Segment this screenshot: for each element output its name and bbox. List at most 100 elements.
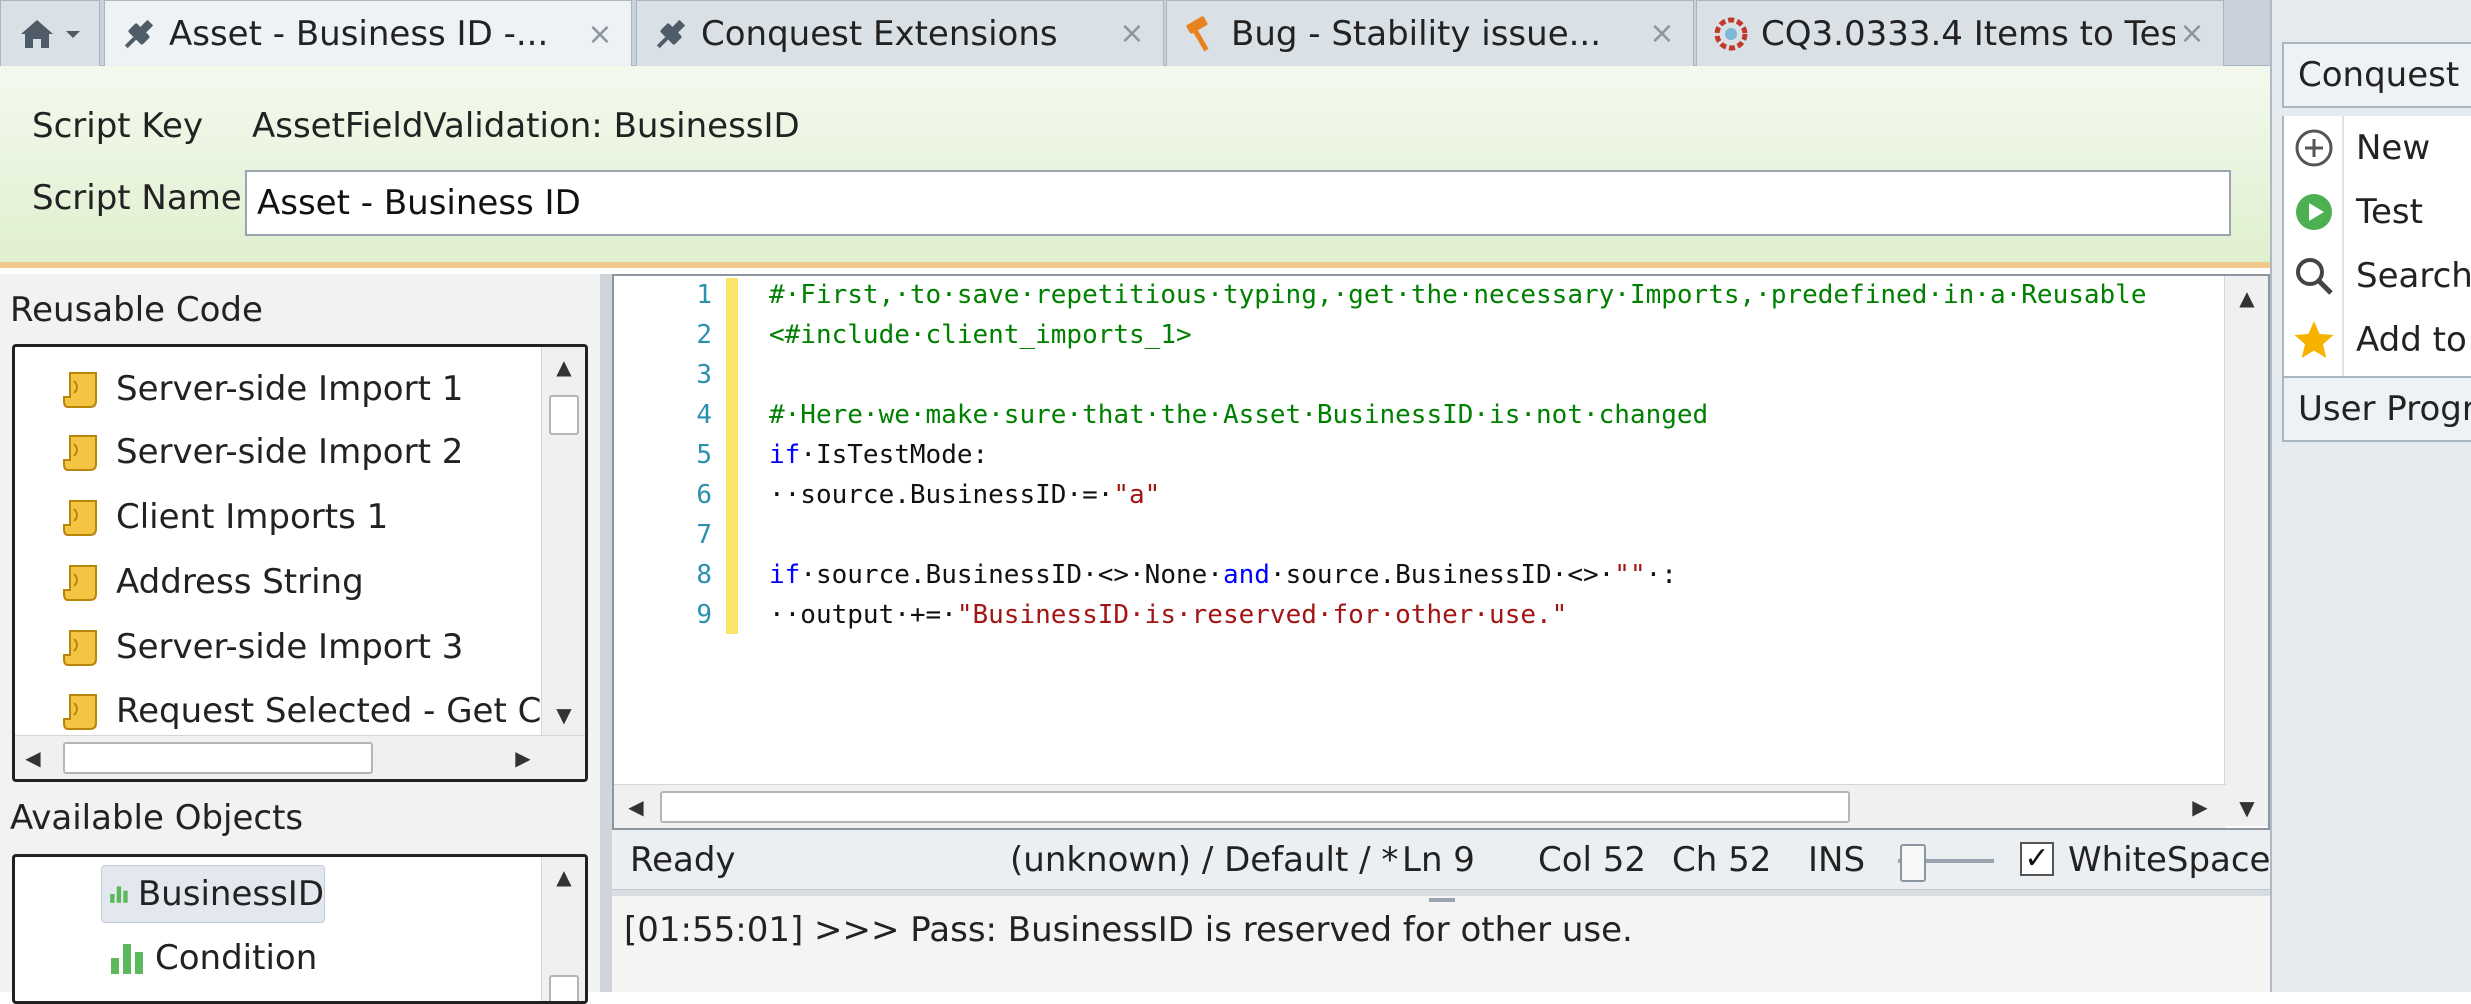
line-number: 2 xyxy=(696,320,712,350)
code-line-8: if·source.BusinessID·<>·None·and·source.… xyxy=(769,560,1677,590)
scroll-down-icon[interactable]: ▼ xyxy=(542,697,585,733)
list-item-label: Server-side Import 2 xyxy=(116,432,464,472)
script-name-input[interactable]: Asset - Business ID xyxy=(245,170,2231,236)
zoom-slider-thumb[interactable] xyxy=(1900,844,1926,882)
scrollbar-thumb[interactable] xyxy=(63,742,373,774)
code-comment: #·Here·we·make·sure·that·the·Asset·Busin… xyxy=(769,400,1709,430)
close-icon[interactable]: × xyxy=(1645,16,1679,51)
reusable-code-list[interactable]: Server-side Import 1 Server-side Import … xyxy=(12,344,588,782)
available-objects-vertical-scrollbar[interactable]: ▲ xyxy=(541,857,585,1001)
code-editor[interactable]: 1 2 3 4 5 6 7 8 9 #·First,·to·save·repet… xyxy=(612,274,2270,830)
available-objects-title: Available Objects xyxy=(10,798,304,838)
search-button[interactable]: Search xyxy=(2284,244,2471,308)
tab-conquest-extensions[interactable]: Conquest Extensions × xyxy=(636,0,1164,66)
code-text: ·: xyxy=(1645,560,1677,590)
left-panel: Reusable Code Server-side Import 1 Serve… xyxy=(0,274,600,1004)
action-label: Search xyxy=(2356,256,2471,296)
new-button[interactable]: New xyxy=(2284,116,2471,180)
code-line-1: #·First,·to·save·repetitious·typing,·get… xyxy=(769,280,2147,310)
close-icon[interactable]: × xyxy=(2175,16,2209,51)
code-directive: <#include·client_imports_1> xyxy=(769,320,1192,350)
line-number: 7 xyxy=(696,520,712,550)
list-item[interactable]: Server-side Import 3 xyxy=(60,617,463,677)
status-insert-mode: INS xyxy=(1808,840,1866,880)
whitespace-checkbox[interactable]: ✓ xyxy=(2020,842,2054,876)
code-string: "BusinessID·is·reserved·for·other·use." xyxy=(956,600,1568,630)
list-item-label: Request Selected - Get Cust xyxy=(116,691,588,731)
list-item[interactable]: Condition xyxy=(107,929,317,987)
status-language: (unknown) / Default / * xyxy=(1010,840,1399,880)
actions-list: New Test Search Add to xyxy=(2282,116,2471,376)
code-keyword: and xyxy=(1222,560,1270,590)
script-header: Script Key AssetFieldValidation: Busines… xyxy=(0,66,2270,268)
editor-horizontal-scrollbar[interactable]: ◀ ▶ xyxy=(614,784,2226,828)
line-number-gutter: 1 2 3 4 5 6 7 8 9 xyxy=(614,276,726,826)
field-icon xyxy=(111,944,143,974)
code-line-4: #·Here·we·make·sure·that·the·Asset·Busin… xyxy=(769,400,1708,430)
list-item-label: Condition xyxy=(155,938,318,978)
tab-cq3-items-to-test[interactable]: CQ3.0333.4 Items to Test × xyxy=(1696,0,2224,66)
close-icon[interactable]: × xyxy=(583,17,617,52)
status-column: Col 52 xyxy=(1538,840,1647,880)
scroll-right-icon[interactable]: ▶ xyxy=(505,740,541,776)
code-line-6: ··source.BusinessID·=·"a" xyxy=(769,480,1160,510)
list-item-label: BusinessID xyxy=(137,874,324,914)
home-menu-tab[interactable] xyxy=(0,0,100,66)
action-label: New xyxy=(2356,128,2431,168)
scrollbar-thumb[interactable] xyxy=(549,395,579,435)
right-side-panel: Conquest Ex New Test Search Add to User … xyxy=(2270,0,2471,992)
scroll-up-icon[interactable]: ▲ xyxy=(542,859,585,895)
hammer-icon xyxy=(1186,15,1209,51)
plus-circle-icon xyxy=(2295,129,2333,167)
list-item[interactable]: Address String xyxy=(60,552,364,612)
scroll-left-icon[interactable]: ◀ xyxy=(15,740,51,776)
list-item-label: Server-side Import 1 xyxy=(116,369,464,409)
list-item[interactable]: Server-side Import 2 xyxy=(60,422,463,482)
script-name-label: Script Name xyxy=(32,178,242,218)
code-text: ·source.BusinessID·<>· xyxy=(1269,560,1615,590)
add-to-favorites-button[interactable]: Add to xyxy=(2284,308,2471,372)
line-number: 6 xyxy=(696,480,712,510)
list-item[interactable]: Client Imports 1 xyxy=(60,487,388,547)
scrollbar-thumb[interactable] xyxy=(549,975,579,1001)
code-text: ··source.BusinessID·=· xyxy=(769,480,1114,510)
plug-icon xyxy=(656,19,686,48)
editor-vertical-scrollbar[interactable]: ▲ ▼ xyxy=(2224,276,2268,826)
tab-label: CQ3.0333.4 Items to Test xyxy=(1761,13,2175,54)
code-text: ·source.BusinessID·<>·None· xyxy=(800,560,1223,590)
line-number: 8 xyxy=(696,560,712,590)
scroll-down-icon[interactable]: ▼ xyxy=(2225,790,2269,826)
scrollbar-thumb[interactable] xyxy=(660,791,1850,823)
list-item-selected[interactable]: BusinessID xyxy=(101,865,325,923)
scroll-up-icon[interactable]: ▲ xyxy=(2225,280,2269,316)
panel-splitter[interactable] xyxy=(600,274,612,992)
scroll-left-icon[interactable]: ◀ xyxy=(618,789,654,825)
code-comment: #·First,·to·save·repetitious·typing,·get… xyxy=(769,280,2147,310)
code-line-5: if·IsTestMode: xyxy=(769,440,988,470)
user-programs-panel-header[interactable]: User Progra xyxy=(2282,376,2471,442)
code-string: "" xyxy=(1614,560,1646,590)
status-line: Ln 9 xyxy=(1402,840,1475,880)
conquest-extensions-panel-header[interactable]: Conquest Ex xyxy=(2282,42,2471,108)
list-item[interactable]: Request Selected - Get Cust xyxy=(60,681,588,741)
reusable-code-vertical-scrollbar[interactable]: ▲ ▼ xyxy=(541,347,585,735)
reusable-code-horizontal-scrollbar[interactable]: ◀ ▶ xyxy=(15,735,585,779)
tab-asset-business-id[interactable]: Asset - Business ID -... × xyxy=(104,0,632,67)
output-message: [01:55:01] >>> Pass: BusinessID is reser… xyxy=(624,910,1633,950)
line-number: 5 xyxy=(696,440,712,470)
scroll-right-icon[interactable]: ▶ xyxy=(2182,789,2218,825)
list-item-label: Address String xyxy=(116,562,364,602)
search-icon xyxy=(2296,258,2333,295)
change-indicator-bar xyxy=(726,278,738,634)
close-icon[interactable]: × xyxy=(1115,16,1149,51)
tab-bug-stability-issue[interactable]: Bug - Stability issue... × xyxy=(1166,0,1694,66)
scroll-up-icon[interactable]: ▲ xyxy=(542,349,585,385)
test-button[interactable]: Test xyxy=(2284,180,2471,244)
home-icon xyxy=(21,19,53,48)
resize-grip-icon[interactable] xyxy=(1429,898,1455,902)
list-item[interactable]: Server-side Import 1 xyxy=(60,359,463,419)
available-objects-list[interactable]: BusinessID Condition ▲ xyxy=(12,854,588,1004)
script-scroll-icon xyxy=(63,372,97,408)
code-line-9: ··output·+=·"BusinessID·is·reserved·for·… xyxy=(769,600,1567,630)
code-string: "a" xyxy=(1113,480,1161,510)
